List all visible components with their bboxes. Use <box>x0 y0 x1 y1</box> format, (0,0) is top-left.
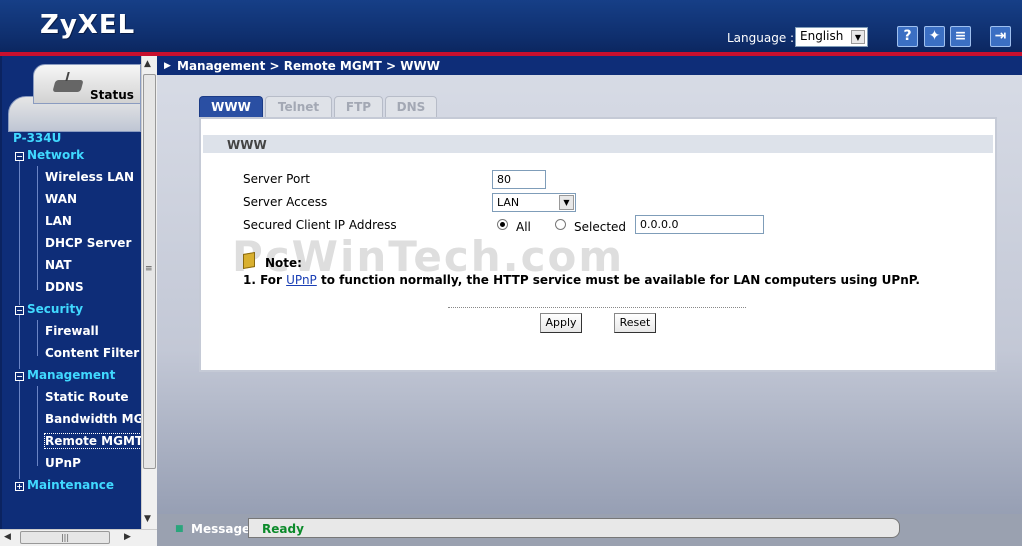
note-text: 1. For UPnP to function normally, the HT… <box>243 273 920 287</box>
tree-line <box>37 320 38 356</box>
sidebar-item-wireless-lan[interactable]: Wireless LAN <box>45 170 134 184</box>
nav-section-label: Maintenance <box>27 478 115 492</box>
sidebar-item-upnp[interactable]: UPnP <box>45 456 81 470</box>
divider <box>448 307 746 308</box>
note-prefix: 1. For <box>243 273 287 287</box>
nav-section-security[interactable]: − Security <box>15 302 83 316</box>
status-tab-label[interactable]: Status <box>90 88 134 102</box>
collapse-icon: − <box>15 372 24 381</box>
radio-all-label: All <box>516 220 531 234</box>
scroll-down-icon[interactable]: ▼ <box>144 514 151 524</box>
tree-line <box>19 161 20 305</box>
language-select[interactable]: English ▼ <box>795 27 868 47</box>
sidebar-item-ddns[interactable]: DDNS <box>45 280 84 294</box>
sidebar-item-remote-mgmt[interactable]: Remote MGMT <box>43 433 145 449</box>
scroll-left-icon[interactable]: ◀ <box>4 532 11 542</box>
message-icon: ■ <box>175 524 184 534</box>
logout-icon[interactable]: ⇥ <box>990 26 1011 47</box>
nav-section-network[interactable]: − Network <box>15 148 84 162</box>
chevron-down-icon: ▼ <box>559 195 574 210</box>
collapse-icon: − <box>15 152 24 161</box>
sidebar-item-nat[interactable]: NAT <box>45 258 72 272</box>
server-port-label: Server Port <box>243 172 310 186</box>
collapse-icon: − <box>15 306 24 315</box>
wizard-icon[interactable]: ✦ <box>924 26 945 47</box>
server-access-value: LAN <box>497 196 520 209</box>
tab-telnet[interactable]: Telnet <box>265 96 332 118</box>
nav-section-label: Management <box>27 368 116 382</box>
radio-selected[interactable] <box>555 219 566 230</box>
server-port-input[interactable]: 80 <box>492 170 546 189</box>
server-access-select[interactable]: LAN ▼ <box>492 193 576 212</box>
sidebar-item-lan[interactable]: LAN <box>45 214 72 228</box>
tab-ftp[interactable]: FTP <box>334 96 383 118</box>
tree-line <box>37 386 38 466</box>
tree-line <box>19 315 20 369</box>
header-bar <box>0 0 1022 56</box>
radio-all[interactable] <box>497 219 508 230</box>
sidebar-item-dhcp-server[interactable]: DHCP Server <box>45 236 131 250</box>
ip-address-input[interactable]: 0.0.0.0 <box>635 215 764 234</box>
upnp-link[interactable]: UPnP <box>286 273 317 287</box>
tree-line <box>37 166 38 290</box>
message-box <box>248 518 900 538</box>
status-text: Ready <box>262 522 304 536</box>
message-label: Message <box>191 522 251 536</box>
secured-client-ip-label: Secured Client IP Address <box>243 218 397 232</box>
tab-www[interactable]: WWW <box>199 96 263 118</box>
tab-dns[interactable]: DNS <box>385 96 437 118</box>
tree-line <box>19 381 20 479</box>
zyxel-logo: ZyXEL <box>40 10 136 40</box>
nav-section-maintenance[interactable]: + Maintenance <box>15 478 114 492</box>
sidebar-item-firewall[interactable]: Firewall <box>45 324 99 338</box>
sidebar-item-bandwidth-mgmt[interactable]: Bandwidth MGMT <box>45 412 141 426</box>
sidebar-item-static-route[interactable]: Static Route <box>45 390 129 404</box>
expand-icon: + <box>15 482 24 491</box>
breadcrumb: Management > Remote MGMT > WWW <box>177 59 440 73</box>
help-icon[interactable]: ? <box>897 26 918 47</box>
nav-section-management[interactable]: − Management <box>15 368 115 382</box>
language-select-value: English <box>800 29 844 43</box>
language-label: Language : <box>727 31 795 45</box>
note-suffix: to function normally, the HTTP service m… <box>316 273 920 287</box>
reset-button[interactable]: Reset <box>614 313 656 333</box>
router-icon <box>52 80 84 92</box>
chevron-down-icon: ▼ <box>851 30 865 44</box>
note-icon <box>243 251 255 270</box>
sidebar-item-wan[interactable]: WAN <box>45 192 77 206</box>
notes-icon[interactable]: ≡ <box>950 26 971 47</box>
nav-section-label: Security <box>27 302 84 316</box>
note-title: Note: <box>265 256 302 270</box>
scroll-right-icon[interactable]: ▶ <box>124 532 131 542</box>
grip-icon: ≡ <box>145 264 153 274</box>
section-header <box>203 135 993 153</box>
breadcrumb-icon: ▶ <box>164 61 171 71</box>
scrollbar-thumb[interactable]: ||| <box>20 531 110 544</box>
sidebar-item-content-filter[interactable]: Content Filter <box>45 346 139 360</box>
server-access-label: Server Access <box>243 195 328 209</box>
apply-button[interactable]: Apply <box>540 313 582 333</box>
section-title: WWW <box>227 138 267 152</box>
scroll-up-icon[interactable]: ▲ <box>144 59 151 69</box>
radio-selected-label: Selected <box>574 220 627 234</box>
nav-section-label: Network <box>27 148 85 162</box>
device-name: P-334U <box>13 131 62 145</box>
